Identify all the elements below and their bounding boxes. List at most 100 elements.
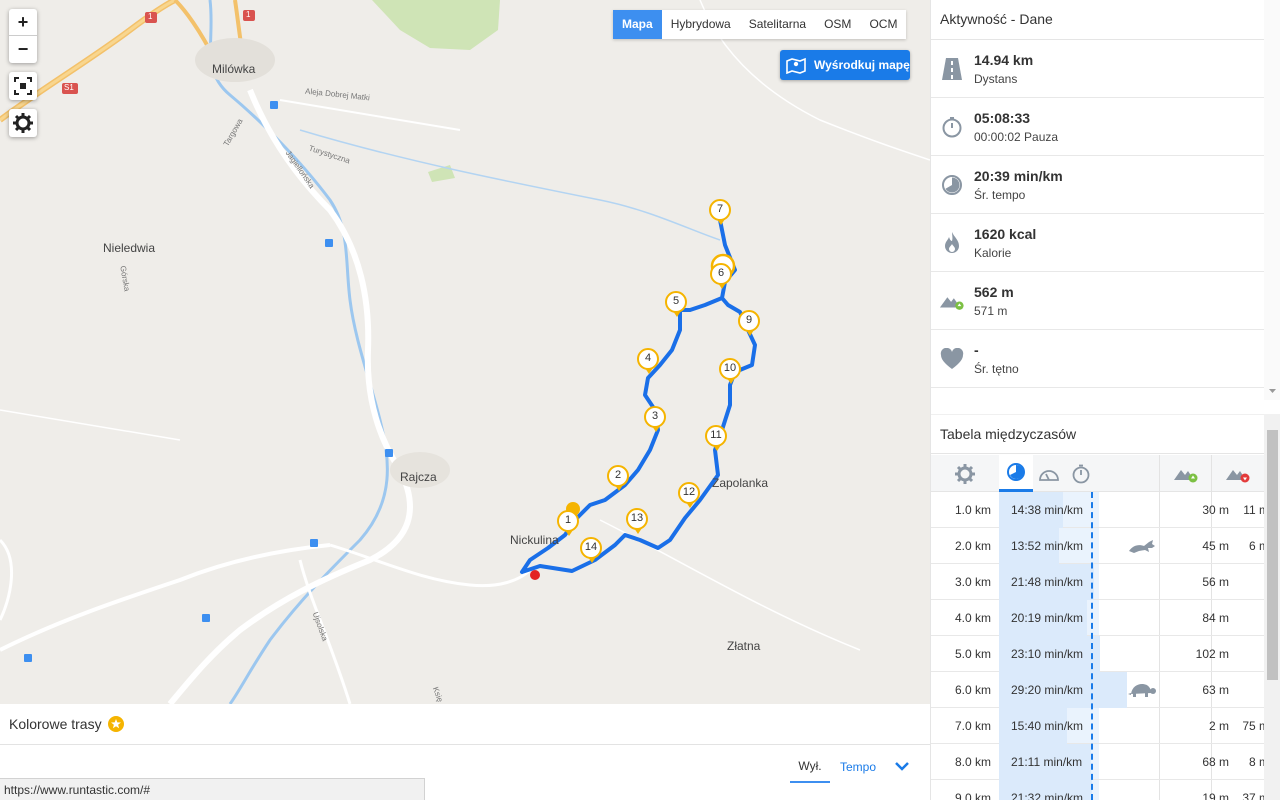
map-type-satelitarna[interactable]: Satelitarna xyxy=(740,10,815,39)
map-view[interactable]: Milówka Aleja Dobrej Matki Targowa Turys… xyxy=(0,0,930,704)
route-marker-pointer xyxy=(673,311,681,317)
activity-panel: Aktywność - Dane 14.94 km Dystans 05:08:33… xyxy=(930,0,1280,800)
route-marker-2[interactable]: 2 xyxy=(607,465,629,491)
ascent-icon xyxy=(1173,469,1197,482)
map-type-hybrydowa[interactable]: Hybrydowa xyxy=(662,10,740,39)
split-tempo: 21:48 min/km xyxy=(1011,575,1084,589)
route-marker-7[interactable]: 7 xyxy=(709,199,731,225)
expand-button[interactable] xyxy=(894,760,910,782)
split-row: 6.0 km29:20 min/km63 m- xyxy=(931,672,1269,708)
tab-ascent[interactable] xyxy=(1159,455,1211,492)
stat-row: 562 m 571 m xyxy=(931,272,1264,330)
flame-icon xyxy=(939,230,965,256)
scrollbar-thumb[interactable] xyxy=(1267,430,1278,680)
route-marker-6[interactable]: 6 xyxy=(710,263,732,289)
route-marker-pointer xyxy=(727,378,735,384)
fullscreen-button[interactable] xyxy=(9,72,37,100)
route-marker-12[interactable]: 12 xyxy=(678,482,700,508)
route-marker-13[interactable]: 13 xyxy=(626,508,648,534)
zoom-in-button[interactable]: + xyxy=(9,9,37,36)
route-marker-4[interactable]: 4 xyxy=(637,348,659,374)
route-marker-pointer xyxy=(652,426,660,432)
colored-routes-label: Kolorowe trasy xyxy=(9,716,102,732)
turtle-icon xyxy=(1127,681,1157,702)
stat-label: 00:00:02 Pauza xyxy=(974,130,1059,144)
focus-icon xyxy=(14,77,32,95)
route-marker-pointer xyxy=(588,557,596,563)
tab-off[interactable]: Wył. xyxy=(790,759,830,783)
center-map-button[interactable]: Wyśrodkuj mapę xyxy=(780,50,910,80)
stats-scrollbar[interactable] xyxy=(1264,0,1280,400)
route-marker-10[interactable]: 10 xyxy=(719,358,741,384)
route-marker-pointer xyxy=(718,283,726,289)
route-marker-14[interactable]: 14 xyxy=(580,537,602,563)
split-tempo: 14:38 min/km xyxy=(1011,503,1084,517)
route-marker-9[interactable]: 9 xyxy=(738,310,760,336)
tab-tempo[interactable]: Tempo xyxy=(840,760,876,782)
route-marker-label: 11 xyxy=(710,429,722,441)
stopwatch-icon xyxy=(1072,464,1090,483)
road-icon xyxy=(939,56,965,82)
map-label-nieledwia: Nieledwia xyxy=(103,241,156,255)
avg-pace-line xyxy=(1091,492,1093,800)
route-marker-pointer xyxy=(686,502,694,508)
stat-row: 20:39 min/km Śr. tempo xyxy=(931,156,1264,214)
split-tempo: 15:40 min/km xyxy=(1011,719,1084,733)
splits-scrollbar[interactable] xyxy=(1264,414,1280,800)
divider xyxy=(0,744,930,745)
tab-pace[interactable] xyxy=(999,455,1033,492)
split-row: 2.0 km 13:52 min/km 45 m6 m xyxy=(931,528,1269,564)
split-row: 8.0 km 21:11 min/km 68 m8 m xyxy=(931,744,1269,780)
stat-row: 05:08:33 00:00:02 Pauza xyxy=(931,98,1264,156)
center-map-label: Wyśrodkuj mapę xyxy=(814,58,910,72)
map-canvas xyxy=(0,0,930,704)
route-marker-pointer xyxy=(565,530,573,536)
route-marker-pointer xyxy=(746,330,754,336)
heart-icon xyxy=(939,346,965,372)
route-marker-11[interactable]: 11 xyxy=(705,425,727,451)
split-row: 4.0 km20:19 min/km84 m- xyxy=(931,600,1269,636)
route-marker-1[interactable]: 1 xyxy=(557,510,579,536)
split-descent: 75 m xyxy=(1242,719,1269,733)
map-type-osm[interactable]: OSM xyxy=(815,10,860,39)
chevron-down-icon xyxy=(895,762,909,771)
stat-label: Śr. tempo xyxy=(974,188,1026,202)
split-distance: 2.0 km xyxy=(954,539,991,553)
splits-settings-button[interactable] xyxy=(931,455,999,492)
route-marker-label: 13 xyxy=(630,512,644,524)
tab-speed[interactable] xyxy=(1033,455,1065,492)
road-shield-1b: 1 xyxy=(246,10,251,19)
elevation-icon xyxy=(939,288,965,314)
split-tempo: 20:19 min/km xyxy=(1011,611,1084,625)
split-distance: 6.0 km xyxy=(954,683,991,697)
premium-star-icon xyxy=(107,716,124,732)
route-marker-label: 2 xyxy=(614,469,622,481)
route-marker-3[interactable]: 3 xyxy=(644,406,666,432)
status-bar-url: https://www.runtastic.com/# xyxy=(0,778,425,800)
split-row: 5.0 km23:10 min/km102 m- xyxy=(931,636,1269,672)
split-tempo: 29:20 min/km xyxy=(1011,683,1084,697)
gear-icon xyxy=(13,113,33,133)
zoom-out-button[interactable]: − xyxy=(9,36,37,63)
map-settings-button[interactable] xyxy=(9,109,37,137)
tab-descent[interactable] xyxy=(1211,455,1264,492)
split-descent: 8 m xyxy=(1248,755,1269,769)
tab-time[interactable] xyxy=(1065,455,1097,492)
stat-label: Kalorie xyxy=(974,246,1012,260)
split-row: 3.0 km21:48 min/km56 m- xyxy=(931,564,1269,600)
map-type-mapa[interactable]: Mapa xyxy=(613,10,662,39)
split-distance: 4.0 km xyxy=(954,611,991,625)
rabbit-icon xyxy=(1127,537,1157,558)
route-marker-label: 9 xyxy=(745,314,753,326)
route-marker-5[interactable]: 5 xyxy=(665,291,687,317)
route-marker-label: 5 xyxy=(672,295,680,307)
map-type-switcher: Mapa Hybrydowa Satelitarna OSM OCM xyxy=(613,10,907,39)
colored-routes-header: Kolorowe trasy xyxy=(9,716,124,732)
split-descent: - xyxy=(1211,683,1269,697)
route-marker-label: 12 xyxy=(682,486,696,498)
stat-row: 1620 kcal Kalorie xyxy=(931,214,1264,272)
map-type-ocm[interactable]: OCM xyxy=(860,10,906,39)
split-distance: 1.0 km xyxy=(954,503,991,517)
map-label-rajcza: Rajcza xyxy=(400,470,437,484)
route-marker-pointer xyxy=(713,445,721,451)
